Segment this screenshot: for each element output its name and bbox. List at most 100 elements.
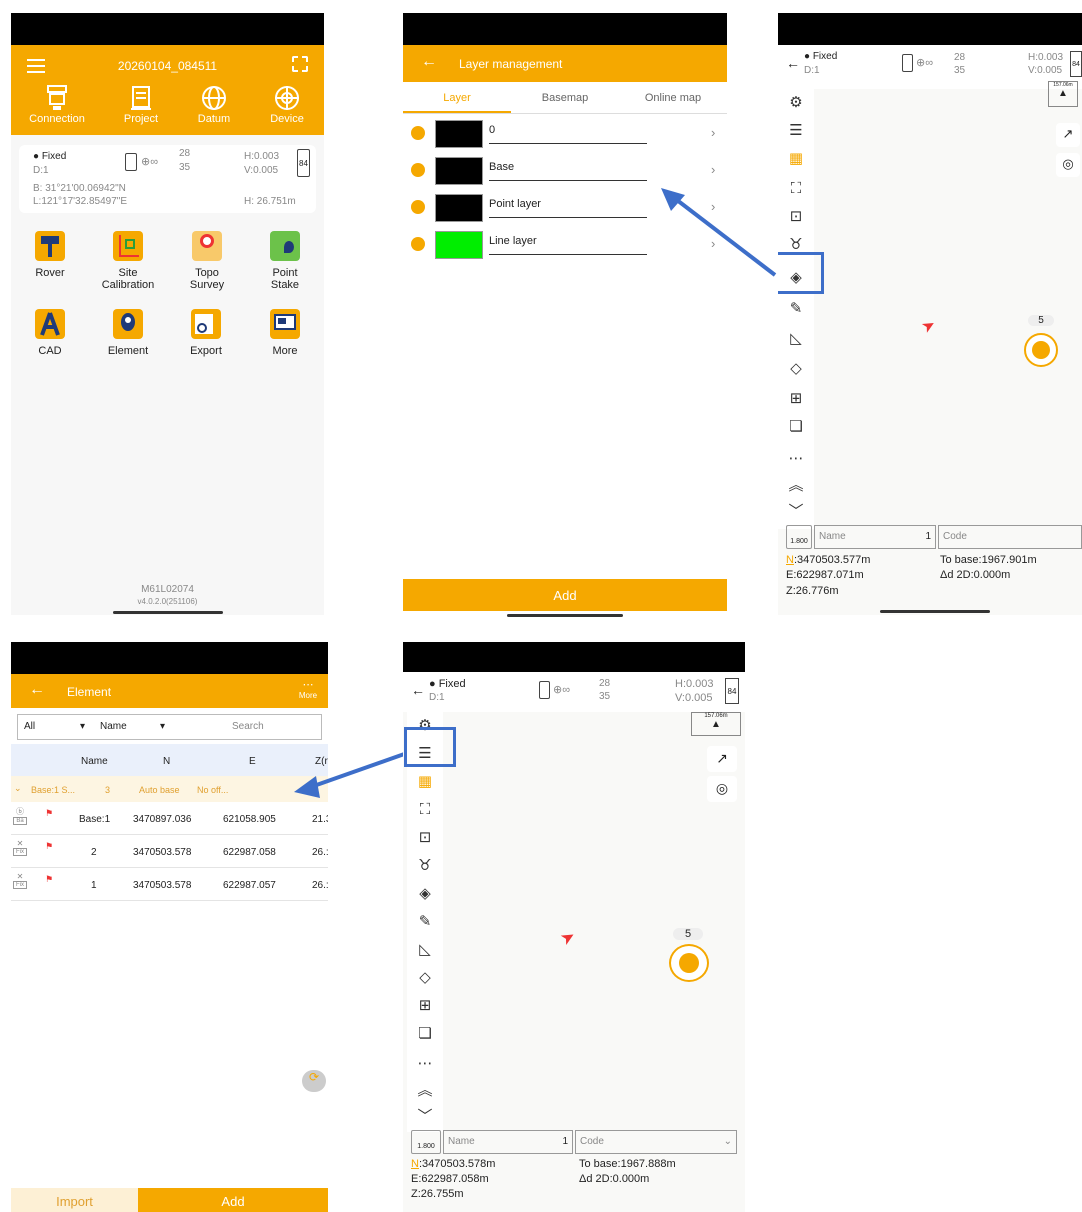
measure-triangle-icon[interactable]: ◺: [778, 325, 814, 351]
pick-tool-icon[interactable]: ↗: [707, 746, 737, 772]
map-grid-icon[interactable]: ▦: [778, 145, 814, 171]
project-icon: [131, 86, 151, 110]
collapse-up-icon[interactable]: ︽: [778, 471, 814, 497]
chevron-down-icon[interactable]: ﹀: [778, 497, 814, 523]
visibility-bulb-icon[interactable]: [411, 200, 425, 214]
nav-datum[interactable]: Datum: [181, 85, 247, 125]
layer-name[interactable]: 0: [489, 124, 647, 144]
tab-layer[interactable]: Layer: [403, 82, 511, 113]
back-arrow-icon[interactable]: ←: [421, 53, 437, 71]
tab-online-map[interactable]: Online map: [619, 82, 727, 113]
pick-tool-icon[interactable]: ↗: [1056, 123, 1080, 147]
app-cad[interactable]: CAD: [21, 309, 79, 357]
pole-height[interactable]: 1.800: [786, 525, 812, 549]
more-menu[interactable]: ⋯ More: [291, 678, 325, 700]
map-grid-icon[interactable]: ▦: [407, 768, 443, 794]
layer-color-swatch[interactable]: [435, 120, 483, 148]
fullscreen-icon[interactable]: ⛶: [407, 796, 443, 822]
layer-color-swatch[interactable]: [435, 157, 483, 185]
phone-icon: [539, 681, 550, 699]
table-row[interactable]: ⓑBa ⚑ Base:1 3470897.036 621058.905 21.3: [11, 802, 328, 835]
more-dots-icon[interactable]: ⋯: [778, 445, 814, 471]
group-row[interactable]: ⌄ Base:1 S... 3 Auto base No off...: [11, 776, 328, 802]
diff-age: D:1: [804, 65, 820, 76]
edit-icon[interactable]: ✎: [778, 295, 814, 321]
back-arrow-icon[interactable]: ←: [411, 682, 425, 698]
v-precision: V:0.005: [1028, 65, 1063, 76]
pole-height[interactable]: 1.800: [411, 1130, 441, 1154]
app-site-calibration[interactable]: Site Calibration: [93, 231, 163, 291]
locate-frame-icon[interactable]: ⊡: [407, 824, 443, 850]
chevron-down-icon[interactable]: ﹀: [407, 1102, 443, 1128]
column-n[interactable]: N: [163, 756, 170, 767]
collapse-up-icon[interactable]: ︽: [407, 1076, 443, 1102]
app-point-stake[interactable]: Point Stake: [254, 231, 316, 291]
tab-basemap[interactable]: Basemap: [511, 82, 619, 113]
app-rover[interactable]: Rover: [21, 231, 79, 279]
layers-icon[interactable]: ◈: [407, 880, 443, 906]
back-arrow-icon[interactable]: ←: [29, 681, 45, 699]
layer-header: ← Layer management: [403, 45, 727, 82]
column-e[interactable]: E: [249, 756, 256, 767]
menu-icon[interactable]: [27, 59, 45, 73]
visibility-bulb-icon[interactable]: [411, 126, 425, 140]
column-name[interactable]: Name: [81, 756, 108, 767]
point-cluster-icon[interactable]: [1024, 333, 1058, 367]
nav-device[interactable]: Device: [257, 85, 317, 125]
polygon-icon[interactable]: ◇: [407, 964, 443, 990]
chevron-down-icon: ▾: [80, 721, 86, 732]
group-type: Auto base: [139, 785, 180, 795]
filter-all-select[interactable]: All: [24, 721, 35, 732]
receiver-tool-icon[interactable]: ♉: [407, 852, 443, 878]
app-element[interactable]: Element: [99, 309, 157, 357]
database-icon[interactable]: ☰: [778, 117, 814, 143]
app-export[interactable]: Export: [177, 309, 235, 357]
point-name-input[interactable]: Name 1: [443, 1130, 573, 1154]
code-input[interactable]: Code ⌄: [575, 1130, 737, 1154]
more-dots-icon[interactable]: ⋯: [407, 1050, 443, 1076]
settings-gear-icon[interactable]: ⚙: [778, 89, 814, 115]
table-row[interactable]: ✕ Fix ⚑ 2 3470503.578 622987.058 26.:: [11, 835, 328, 868]
chevron-right-icon[interactable]: ›: [711, 162, 715, 177]
scale-ruler-icon[interactable]: ⊞: [778, 385, 814, 411]
scan-icon[interactable]: [292, 56, 308, 72]
visibility-bulb-icon[interactable]: [411, 237, 425, 251]
overlay-icon[interactable]: ❏: [778, 413, 814, 439]
app-more[interactable]: More: [256, 309, 314, 357]
layer-name[interactable]: Line layer: [489, 235, 647, 255]
layer-name[interactable]: Point layer: [489, 198, 647, 218]
search-input[interactable]: Search: [232, 721, 264, 732]
collapse-group-icon[interactable]: ⌄: [14, 783, 22, 794]
battery-level: 84: [299, 159, 308, 168]
chevron-right-icon[interactable]: ›: [711, 125, 715, 140]
code-input[interactable]: Code: [938, 525, 1082, 549]
overlay-icon[interactable]: ❏: [407, 1020, 443, 1046]
floating-action-icon[interactable]: ⟳: [302, 1070, 326, 1092]
location-pin-icon[interactable]: ◎: [707, 776, 737, 802]
locate-frame-icon[interactable]: ⊡: [778, 203, 814, 229]
add-element-button[interactable]: Add: [138, 1188, 328, 1212]
app-topo-survey[interactable]: Topo Survey: [175, 231, 239, 291]
edit-icon[interactable]: ✎: [407, 908, 443, 934]
location-pin-icon[interactable]: ◎: [1056, 153, 1080, 177]
import-button[interactable]: Import: [11, 1188, 138, 1212]
polygon-icon[interactable]: ◇: [778, 355, 814, 381]
layer-row[interactable]: Base ›: [403, 153, 727, 189]
filter-field-select[interactable]: Name: [100, 721, 127, 732]
point-name-input[interactable]: Name 1: [814, 525, 936, 549]
table-row[interactable]: ✕ Fix ⚑ 1 3470503.578 622987.057 26.:: [11, 868, 328, 901]
fullscreen-icon[interactable]: ⛶: [778, 175, 814, 201]
gnss-status-card[interactable]: ● Fixed D:1 ⊕∞ 28 35 H:0.003 V:0.005 84 …: [19, 145, 316, 213]
layer-color-swatch[interactable]: [435, 194, 483, 222]
point-cluster-icon[interactable]: [669, 944, 709, 982]
add-layer-button[interactable]: Add: [403, 579, 727, 611]
visibility-bulb-icon[interactable]: [411, 163, 425, 177]
layer-row[interactable]: 0 ›: [403, 116, 727, 152]
layer-color-swatch[interactable]: [435, 231, 483, 259]
nav-project[interactable]: Project: [103, 85, 179, 125]
back-arrow-icon[interactable]: ←: [786, 55, 800, 71]
scale-ruler-icon[interactable]: ⊞: [407, 992, 443, 1018]
nav-connection[interactable]: Connection: [17, 85, 97, 125]
layer-name[interactable]: Base: [489, 161, 647, 181]
measure-triangle-icon[interactable]: ◺: [407, 936, 443, 962]
